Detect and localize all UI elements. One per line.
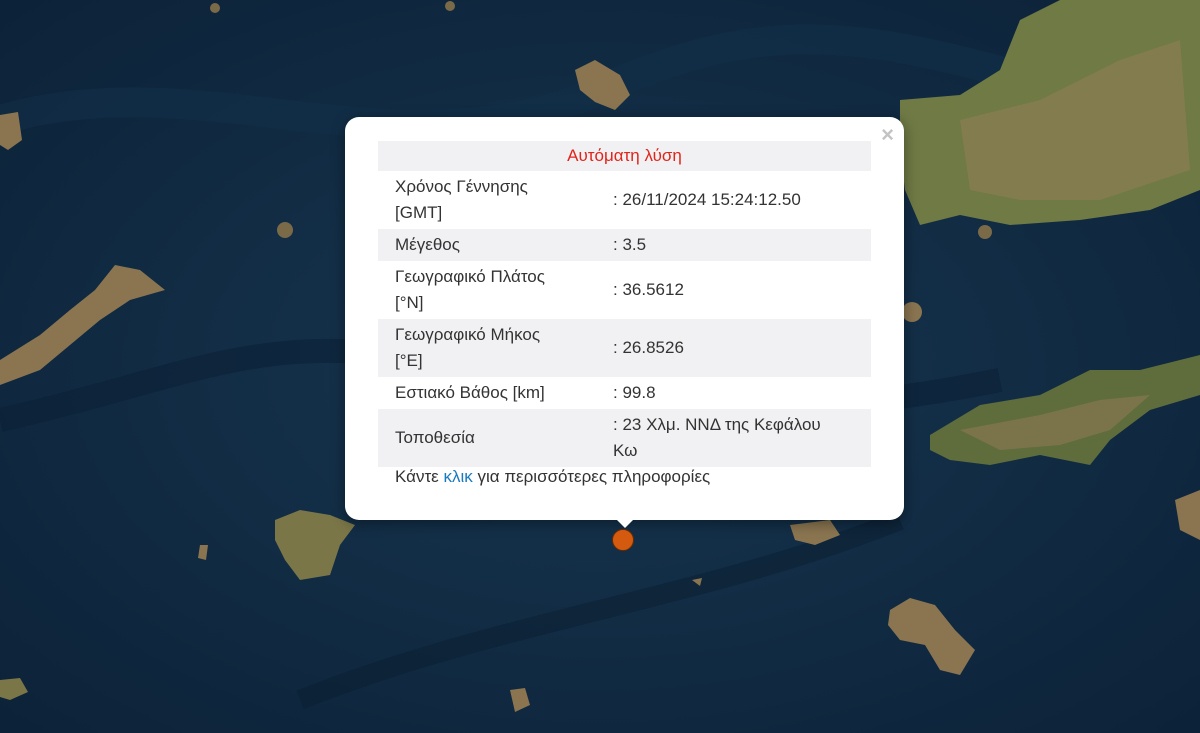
latitude-value: : 36.5612 bbox=[613, 280, 684, 299]
location-label: Τοποθεσία bbox=[378, 409, 613, 467]
magnitude-value: : 3.5 bbox=[613, 229, 871, 261]
popup-pointer bbox=[611, 514, 639, 528]
table-row: Γεωγραφικό Μήκος [°E] : 26.8526 bbox=[378, 319, 871, 377]
more-info-link[interactable]: κλικ bbox=[443, 467, 472, 486]
location-value: : 23 Χλμ. ΝΝΔ της Κεφάλου Κω bbox=[613, 409, 871, 467]
more-info-line: Κάντε κλικ για περισσότερες πληροφορίες bbox=[395, 467, 711, 486]
earthquake-details-table: Αυτόματη λύση Χρόνος Γέννησης [GMT] : 26/… bbox=[378, 141, 871, 467]
depth-value: : 99.8 bbox=[613, 383, 656, 402]
latitude-label: Γεωγραφικό Πλάτος [°N] bbox=[395, 267, 545, 312]
table-row: Τοποθεσία : 23 Χλμ. ΝΝΔ της Κεφάλου Κω bbox=[378, 409, 871, 467]
table-row: Εστιακό Βάθος [km] : 99.8 bbox=[378, 377, 871, 409]
solution-type-label: Αυτόματη λύση bbox=[378, 141, 871, 171]
depth-label: Εστιακό Βάθος [km] bbox=[395, 383, 545, 402]
earthquake-epicenter-marker[interactable] bbox=[612, 529, 634, 551]
table-row: Χρόνος Γέννησης [GMT] : 26/11/2024 15:24:… bbox=[378, 171, 871, 229]
magnitude-label: Μέγεθος bbox=[378, 229, 613, 261]
earthquake-info-popup: × Αυτόματη λύση Χρόνος Γέννησης [GMT] : 2… bbox=[345, 117, 904, 520]
close-icon[interactable]: × bbox=[881, 123, 894, 147]
table-row: Γεωγραφικό Πλάτος [°N] : 36.5612 bbox=[378, 261, 871, 319]
longitude-value: : 26.8526 bbox=[613, 319, 871, 377]
longitude-label: Γεωγραφικό Μήκος [°E] bbox=[378, 319, 613, 377]
table-row: Μέγεθος : 3.5 bbox=[378, 229, 871, 261]
table-header-row: Αυτόματη λύση bbox=[378, 141, 871, 171]
origin-time-value: : 26/11/2024 15:24:12.50 bbox=[613, 190, 801, 209]
origin-time-label: Χρόνος Γέννησης [GMT] bbox=[395, 177, 528, 222]
